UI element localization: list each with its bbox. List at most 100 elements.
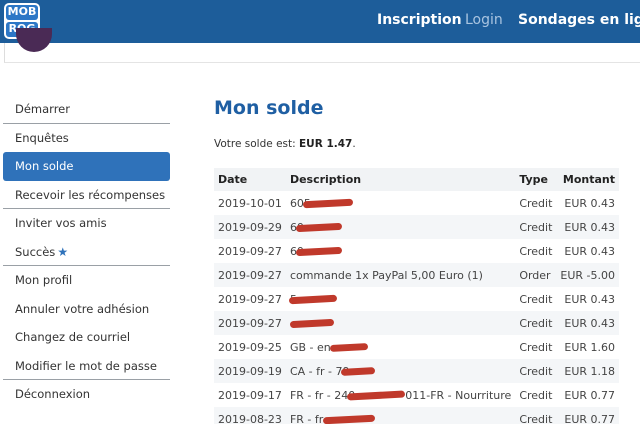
cell-date: 2019-09-29: [214, 215, 286, 239]
sidebar-item-label: Mon solde: [15, 159, 74, 173]
sidebar-item-10[interactable]: Déconnexion: [3, 380, 170, 409]
cell-date: 2019-09-19: [214, 359, 286, 383]
cell-amount: EUR 1.60: [564, 340, 616, 354]
cell-amount: EUR 0.43: [564, 196, 616, 210]
sidebar-item-label: Modifier le mot de passe: [15, 358, 157, 373]
transactions-table: Date Description Type Montant 2019-10-01…: [214, 168, 620, 424]
nav-inscription-link[interactable]: Inscription: [377, 12, 462, 28]
page-title: Mon solde: [214, 97, 324, 119]
sidebar-item-label: Enquêtes: [15, 130, 69, 145]
table-row: 2019-09-19 CA - fr - 79 Credit EUR 1.18: [214, 359, 620, 383]
balance-value: EUR 1.47: [299, 138, 353, 150]
table-row: 2019-09-27 Credit EUR 0.43: [214, 311, 620, 335]
table-header-row: Date Description Type Montant: [214, 168, 620, 191]
cell-date: 2019-09-17: [218, 388, 282, 402]
cell-type: Credit: [515, 311, 557, 335]
cell-type: Credit: [515, 359, 557, 383]
cell-date: 2019-09-27: [214, 263, 286, 287]
cell-amount: EUR 0.43: [556, 215, 620, 239]
sidebar-item-8[interactable]: Changez de courriel: [3, 323, 170, 352]
sidebar-item-label: Succès: [15, 244, 56, 259]
sidebar-menu: Démarrer Enquêtes Mon solde Recevoir les ré…: [3, 95, 170, 409]
cell-date: 2019-09-27: [218, 292, 282, 306]
top-navigation-bar: MOB ROG Inscription Login Sondages en li…: [0, 0, 640, 43]
redaction-mark: [295, 222, 343, 233]
cell-type: Credit: [519, 244, 553, 258]
table-row: 2019-09-27 commande 1x PayPal 5,00 Euro (…: [214, 263, 620, 287]
cell-date: 2019-09-27: [214, 311, 286, 335]
sidebar-item-7[interactable]: Annuler votre adhésion: [3, 295, 170, 324]
header-date: Date: [214, 168, 286, 191]
table-row: 2019-09-17 FR - fr - 240 011-FR - Nourritu…: [214, 383, 619, 407]
cell-amount: EUR -5.00: [556, 263, 620, 287]
cell-date: 2019-10-01: [218, 196, 282, 210]
cell-amount: EUR 0.77: [556, 407, 620, 424]
cell-description: 605: [286, 191, 515, 215]
cell-description: FR - fr - 240 011-FR - Nourriture: [286, 383, 515, 407]
cell-amount: EUR 0.43: [556, 311, 620, 335]
sidebar-item-label: Démarrer: [15, 102, 70, 116]
cell-description: 60: [285, 215, 516, 239]
description-text: commande 1x PayPal 5,00 Euro (1): [289, 268, 483, 282]
profile-strip: [4, 43, 640, 63]
balance-label: Votre solde est:: [214, 138, 296, 150]
sidebar-item-label: Inviter vos amis: [15, 216, 107, 230]
cell-description: 60: [286, 239, 515, 263]
balance-text: Votre solde est: EUR 1.47.: [214, 138, 356, 150]
header-description: Description: [285, 168, 516, 191]
sidebar-item-4[interactable]: Inviter vos amis: [3, 209, 170, 238]
sidebar-item-2[interactable]: Mon solde: [3, 152, 170, 181]
table-row: 2019-09-27 60 Credit EUR 0.43: [214, 239, 619, 263]
sidebar-item-5[interactable]: Succès ★: [3, 238, 170, 266]
cell-type: Credit: [515, 215, 557, 239]
sidebar-item-6[interactable]: Mon profil: [3, 266, 170, 295]
sidebar-item-label: Déconnexion: [15, 387, 91, 401]
sidebar-item-0[interactable]: Démarrer: [3, 95, 170, 124]
sidebar-item-label: Annuler votre adhésion: [15, 301, 150, 316]
redaction-mark: [322, 414, 375, 424]
cell-type: Order: [515, 263, 557, 287]
table-row: 2019-09-2960CreditEUR 0.43: [214, 215, 620, 239]
cell-description: CA - fr - 79: [285, 359, 516, 383]
redaction-mark: [288, 294, 338, 305]
redaction-mark: [302, 198, 354, 209]
nav-login-link[interactable]: Login: [465, 12, 503, 28]
cell-date: 2019-09-27: [218, 244, 282, 258]
cell-date: 2019-09-25: [218, 340, 282, 354]
table-row: 2019-09-25 GB - en - Credit EUR 1.60: [214, 335, 619, 359]
table-row: 2019-09-27 5 Credit EUR 0.43: [214, 287, 619, 311]
cell-description: 5: [286, 287, 515, 311]
cell-type: Credit: [519, 340, 553, 354]
cell-type: Credit: [519, 196, 553, 210]
header-type: Type: [515, 168, 557, 191]
redaction-mark: [341, 367, 376, 376]
cell-description: commande 1x PayPal 5,00 Euro (1): [285, 263, 516, 287]
cell-description: GB - en -: [286, 335, 515, 359]
description-tail: 011-FR - Nourriture: [405, 388, 512, 402]
cell-amount: EUR 0.43: [564, 292, 616, 306]
table-row: 2019-08-23 FR - fr - Credit EUR 0.77: [214, 407, 620, 424]
sidebar-item-1[interactable]: Enquêtes: [3, 124, 170, 153]
description-text: FR - fr - 240: [289, 388, 356, 402]
cell-description: FR - fr -: [285, 407, 516, 424]
cell-type: Credit: [519, 292, 553, 306]
nav-online-surveys-link[interactable]: Sondages en ligne: [518, 12, 640, 28]
cell-description: [285, 311, 516, 335]
table-row: 2019-10-01 605 Credit EUR 0.43: [214, 191, 619, 215]
redaction-mark: [330, 343, 369, 352]
cell-amount: EUR 0.77: [564, 388, 616, 402]
redaction-mark: [347, 390, 406, 401]
cell-type: Credit: [515, 407, 557, 424]
star-icon: ★: [57, 244, 69, 259]
header-amount: Montant: [556, 168, 620, 191]
redaction-mark: [289, 318, 335, 329]
cell-amount: EUR 0.43: [564, 244, 616, 258]
sidebar-item-9[interactable]: Modifier le mot de passe: [3, 352, 170, 380]
cell-date: 2019-08-23: [214, 407, 286, 424]
sidebar-item-label: Changez de courriel: [15, 330, 131, 344]
logo-text-top: MOB: [6, 5, 38, 20]
cell-type: Credit: [519, 388, 553, 402]
redaction-mark: [295, 246, 343, 257]
balance-period: .: [352, 138, 356, 150]
sidebar-item-3[interactable]: Recevoir les récompenses: [3, 181, 170, 209]
